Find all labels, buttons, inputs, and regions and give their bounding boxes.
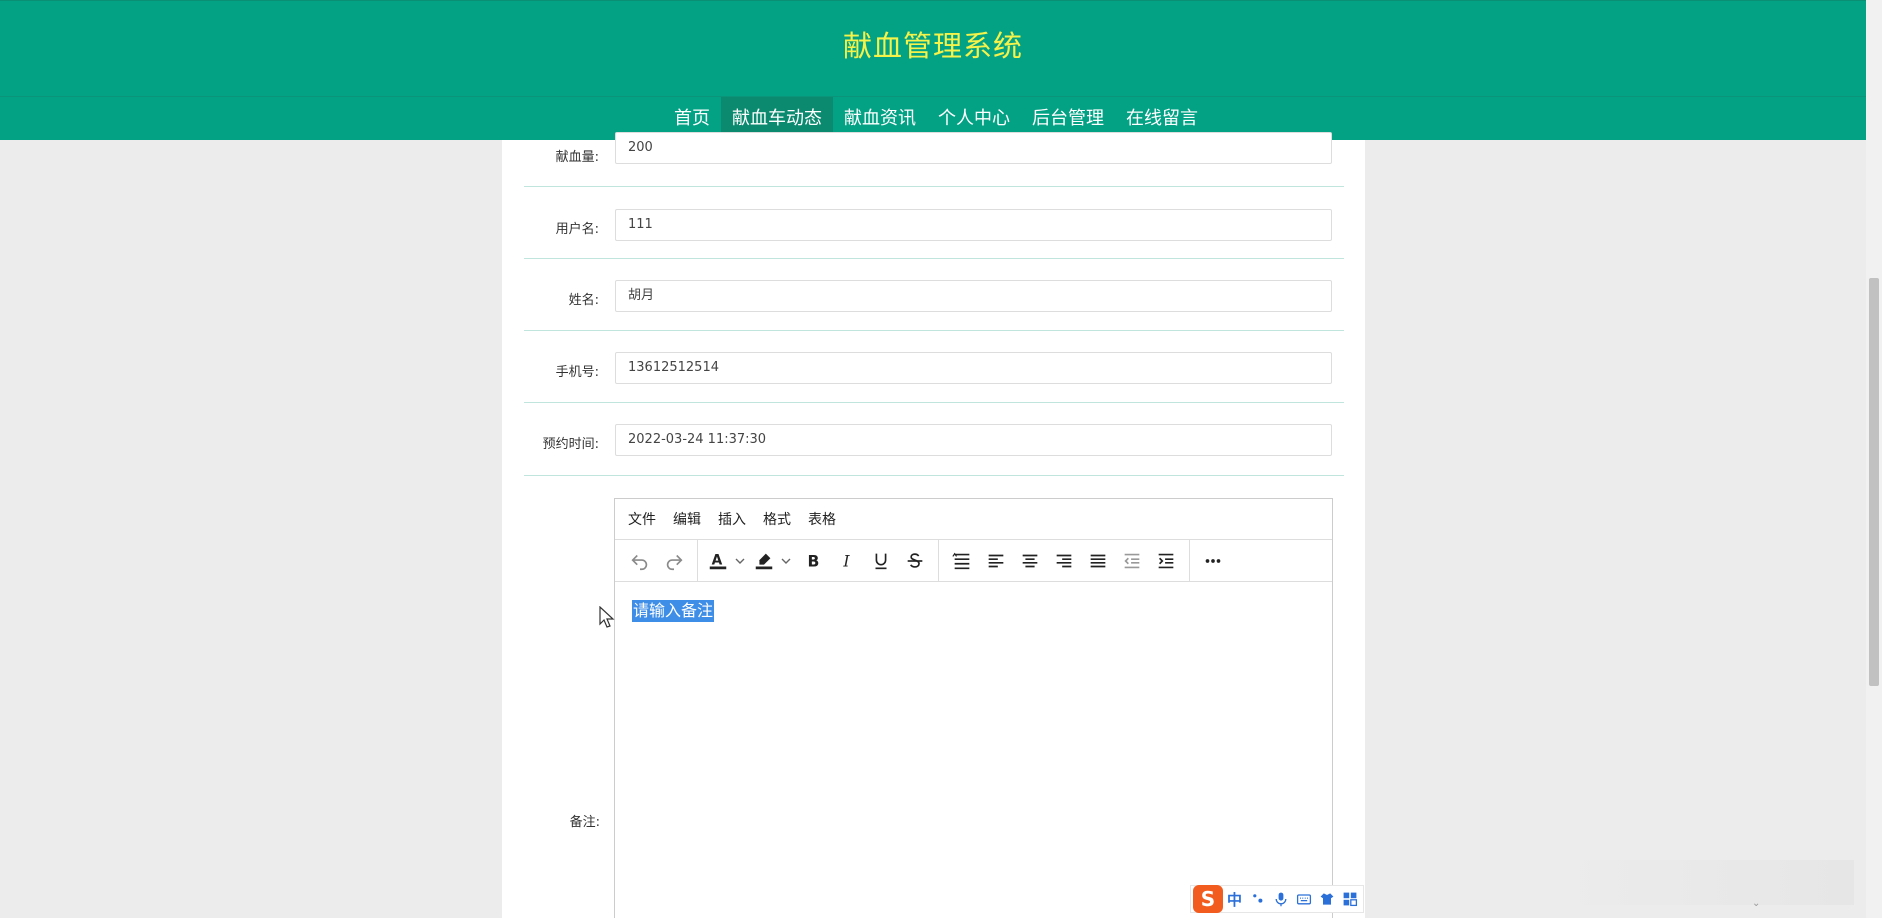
form-row-phone: 手机号: 13612512514 [524,331,1344,403]
ime-mode-toggle[interactable]: 中 [1227,889,1242,910]
site-header: 献血管理系统 首页 献血车动态 献血资讯 个人中心 后台管理 在线留言 [0,0,1866,140]
chevron-down-icon[interactable] [732,545,748,577]
indent-icon[interactable] [1149,545,1183,577]
text-color-control[interactable]: A [704,545,748,577]
highlight-color-icon[interactable] [750,545,778,577]
outdent-icon[interactable] [1115,545,1149,577]
background-shade [1554,860,1854,905]
microphone-icon[interactable] [1271,889,1291,909]
remark-editor: 文件 编辑 插入 格式 表格 A B I 请输入备注 [614,498,1333,918]
align-center-icon[interactable] [1013,545,1047,577]
site-title: 献血管理系统 [842,29,1023,63]
undo-icon[interactable] [623,545,657,577]
ime-toolbar: S 中 [1190,885,1364,913]
name-input[interactable]: 胡月 [615,280,1332,312]
username-input[interactable]: 111 [615,209,1332,241]
toolbar-separator [1189,539,1190,582]
svg-text:A: A [712,552,723,568]
page-scrollbar[interactable] [1866,0,1882,918]
remark-textarea[interactable]: 请输入备注 [615,582,1332,917]
align-left-icon[interactable] [979,545,1013,577]
ime-punctuation-icon[interactable] [1248,889,1268,909]
name-label: 姓名: [568,293,599,308]
form-row-appointment-time: 预约时间: 2022-03-24 11:37:30 [524,403,1344,476]
svg-text:I: I [842,552,850,570]
bold-icon[interactable]: B [796,545,830,577]
remark-placeholder: 请输入备注 [632,600,715,622]
form-row-username: 用户名: 111 [524,187,1344,259]
highlight-color-control[interactable] [750,545,794,577]
toolbar-separator [938,539,939,582]
blood-volume-input[interactable]: 200 [615,132,1332,164]
menu-file[interactable]: 文件 [628,509,656,529]
menu-edit[interactable]: 编辑 [673,509,701,529]
phone-label: 手机号: [555,365,599,380]
svg-text:B: B [808,552,820,570]
more-icon[interactable] [1196,545,1230,577]
editor-toolbar: A B I [615,539,1332,582]
form-row-blood-volume: 献血量: 200 [524,132,1344,187]
mouse-cursor-icon [599,606,615,628]
ime-logo-icon[interactable]: S [1193,885,1223,913]
skin-shirt-icon[interactable] [1317,889,1337,909]
toolbox-grid-icon[interactable] [1340,889,1360,909]
appointment-time-label: 预约时间: [542,437,599,452]
keyboard-icon[interactable] [1294,889,1314,909]
italic-icon[interactable]: I [830,545,864,577]
small-caret-icon: ⌄ [1752,898,1761,909]
form-row-name: 姓名: 胡月 [524,259,1344,331]
strikethrough-icon[interactable] [898,545,932,577]
scrollbar-thumb[interactable] [1869,278,1879,686]
phone-input[interactable]: 13612512514 [615,352,1332,384]
underline-icon[interactable] [864,545,898,577]
toolbar-separator [697,539,698,582]
redo-icon[interactable] [657,545,691,577]
chevron-down-icon[interactable] [778,545,794,577]
menu-insert[interactable]: 插入 [718,509,746,529]
align-justify-icon[interactable] [1081,545,1115,577]
menu-table[interactable]: 表格 [808,509,836,529]
text-color-icon[interactable]: A [704,545,732,577]
editor-menubar: 文件 编辑 插入 格式 表格 [615,499,1332,540]
menu-format[interactable]: 格式 [763,509,791,529]
appointment-time-input[interactable]: 2022-03-24 11:37:30 [615,424,1332,456]
username-label: 用户名: [555,222,599,237]
blood-volume-label: 献血量: [555,150,599,165]
form-panel: 献血量: 200 用户名: 111 姓名: 胡月 手机号: 1361251251… [502,132,1365,918]
align-right-icon[interactable] [1047,545,1081,577]
line-height-icon[interactable] [945,545,979,577]
remark-label: 备注: [569,815,600,830]
